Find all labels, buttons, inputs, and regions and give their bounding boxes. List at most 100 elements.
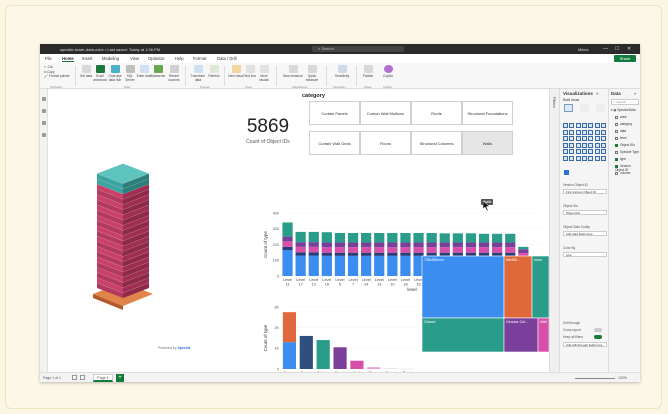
visual-type-icon[interactable] (563, 123, 568, 128)
visual-type-icon[interactable] (588, 149, 594, 154)
visual-type-icon[interactable] (575, 142, 581, 148)
transform-data-button[interactable]: Transform data (190, 65, 206, 82)
table-view-icon[interactable] (42, 109, 46, 113)
menu-data-drill[interactable]: Data / Drill (217, 56, 237, 61)
dax-query-view-icon[interactable] (42, 133, 46, 137)
visual-type-icon[interactable] (569, 129, 575, 135)
data-table-node[interactable]: ▾ ▦ SpeckleData (611, 108, 635, 112)
field-checkbox[interactable] (615, 115, 618, 119)
field-well-box[interactable]: type (563, 252, 607, 257)
data-field-item[interactable]: data (615, 129, 626, 133)
slicer-item-walls[interactable]: Walls (462, 131, 513, 155)
cross-report-toggle[interactable] (594, 328, 602, 332)
quick-measure-button[interactable]: Quick measure (304, 65, 320, 82)
visual-type-icon[interactable] (594, 155, 600, 161)
visual-type-icon[interactable] (588, 155, 594, 161)
zoom-slider[interactable] (575, 378, 615, 379)
maximize-icon[interactable]: ☐ (615, 46, 619, 52)
page-nav-icon[interactable] (80, 375, 85, 380)
field-checkbox[interactable] (615, 143, 618, 147)
menu-file[interactable]: File (45, 56, 52, 61)
filters-pane-collapsed[interactable]: Filters (549, 89, 559, 372)
visual-type-icon[interactable] (594, 142, 600, 148)
collapse-visualizations-icon[interactable]: » (596, 91, 599, 96)
menu-insert[interactable]: Insert (82, 56, 92, 61)
menu-help[interactable]: Help (175, 56, 184, 61)
build-visual-icon[interactable] (564, 104, 573, 112)
slicer-item-curtain-panels[interactable]: Curtain Panels (309, 101, 360, 125)
field-well-box[interactable]: Add data fields here (563, 231, 607, 236)
format-visual-icon[interactable] (580, 104, 589, 112)
visual-type-icon[interactable] (563, 149, 568, 154)
sensitivity-button[interactable]: Sensitivity (332, 65, 352, 78)
analytics-icon[interactable] (596, 104, 605, 112)
slicer-item-floors[interactable]: Floors (360, 131, 411, 155)
visual-type-icon[interactable] (600, 129, 606, 135)
visual-type-icon[interactable] (581, 155, 587, 161)
visual-type-icon[interactable] (569, 136, 575, 141)
menu-modeling[interactable]: Modeling (102, 56, 119, 61)
visual-type-icon[interactable] (581, 142, 587, 148)
speckle-visual-icon[interactable] (564, 170, 569, 175)
slicer-item-curtain-wall-grids[interactable]: Curtain Wall Grids (309, 131, 360, 155)
visual-type-icon[interactable] (600, 142, 606, 148)
visual-type-icon[interactable] (563, 142, 568, 148)
new-measure-button[interactable]: New measure (282, 65, 304, 78)
visual-type-icon[interactable] (569, 155, 575, 161)
recent-sources-button[interactable]: Recent sources (166, 65, 182, 82)
visual-type-icon[interactable] (569, 142, 575, 148)
visual-type-icon[interactable] (594, 136, 600, 141)
field-checkbox[interactable] (615, 150, 618, 154)
visual-type-icon[interactable] (594, 123, 600, 128)
field-checkbox[interactable] (615, 136, 618, 140)
visual-type-icon[interactable] (600, 149, 606, 154)
data-field-item[interactable]: Speckle Type (615, 150, 639, 154)
visual-type-icon[interactable] (569, 123, 575, 128)
dataverse-button[interactable]: Dataverse (150, 65, 166, 78)
field-checkbox[interactable] (615, 129, 618, 133)
slicer-item-roofs[interactable]: Roofs (411, 101, 462, 125)
excel-button[interactable]: Excel workbook (92, 65, 108, 82)
data-search-input[interactable]: ⌕ Search (611, 99, 639, 105)
visual-type-icon[interactable] (581, 149, 587, 154)
field-checkbox[interactable] (615, 171, 618, 175)
visual-type-icon[interactable] (575, 129, 581, 135)
menu-format[interactable]: Format (193, 56, 206, 61)
report-view-icon[interactable] (42, 97, 46, 101)
visual-type-icon[interactable] (563, 136, 568, 141)
visual-type-icon[interactable] (575, 123, 581, 128)
visual-type-icon[interactable] (588, 136, 594, 141)
speckle-3d-model[interactable] (93, 163, 153, 310)
visual-type-icon[interactable] (594, 149, 600, 154)
visual-type-icon[interactable] (600, 136, 606, 141)
visual-type-icon[interactable] (563, 129, 568, 135)
visual-type-icon[interactable] (575, 155, 581, 161)
visual-type-icon[interactable] (588, 129, 594, 135)
visual-type-icon[interactable] (588, 142, 594, 148)
visual-type-icon[interactable] (600, 155, 606, 161)
slicer-item-structural-foundations[interactable]: Structural Foundations (462, 101, 513, 125)
collapse-data-icon[interactable]: » (634, 91, 637, 96)
visual-type-icon[interactable] (581, 129, 587, 135)
data-field-item[interactable]: Object IDs (615, 143, 635, 147)
visual-type-icon[interactable] (600, 123, 606, 128)
data-field-item[interactable]: category (615, 122, 632, 126)
visual-type-icon[interactable] (581, 123, 587, 128)
user-name[interactable]: Mikes (578, 47, 588, 52)
onelake-button[interactable]: OneLake data hub (107, 65, 123, 82)
refresh-button[interactable]: Refresh (206, 65, 222, 78)
data-field-item[interactable]: area (615, 115, 626, 119)
visual-type-icon[interactable] (569, 149, 575, 154)
menu-home[interactable]: Home (62, 56, 74, 62)
field-checkbox[interactable] (615, 157, 618, 161)
data-field-item[interactable]: type (615, 157, 626, 161)
model-view-icon[interactable] (42, 121, 46, 125)
close-icon[interactable]: ✕ (627, 46, 631, 52)
treemap[interactable]: 735c55bnnn b8cf55... nnnn Glazed Circular-Co… (421, 255, 549, 353)
visual-type-icon[interactable] (588, 123, 594, 128)
title-search-box[interactable]: ⌕ Search (312, 46, 404, 52)
visual-type-icon[interactable] (563, 155, 568, 161)
field-well-box[interactable]: First Version Object ID (563, 189, 607, 194)
menu-view[interactable]: View (130, 56, 139, 61)
visual-type-icon[interactable] (594, 129, 600, 135)
